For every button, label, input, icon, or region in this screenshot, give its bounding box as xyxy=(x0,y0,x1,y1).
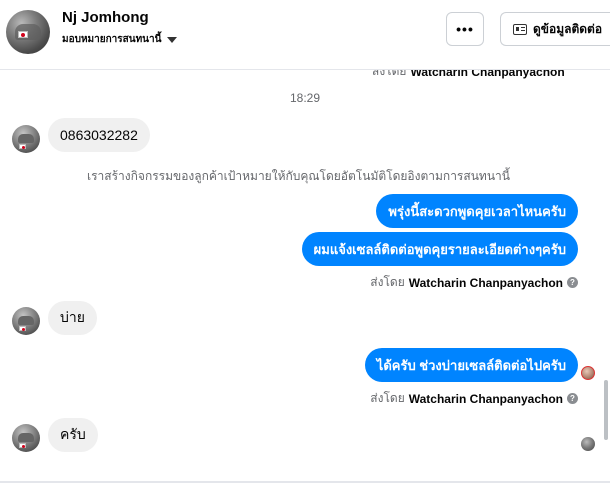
seen-avatar xyxy=(581,437,595,451)
question-circle-icon[interactable]: ? xyxy=(567,277,578,288)
scrollbar-thumb[interactable] xyxy=(604,380,608,440)
assign-conversation-label: มอบหมายการสนทนานี้ xyxy=(62,34,162,45)
sender-name: Watcharin Chanpanyachon xyxy=(408,275,563,290)
message-thread[interactable]: ส่งโดย Watcharin Chanpanyachon 18:29 086… xyxy=(0,70,600,483)
outgoing-message[interactable]: พรุ่งนี้สะดวกพูดคุยเวลาไหนครับ xyxy=(376,194,578,228)
sender-name: Watcharin Chanpanyachon xyxy=(408,391,563,406)
sender-avatar[interactable] xyxy=(12,125,40,153)
sender-name: Watcharin Chanpanyachon xyxy=(410,70,565,79)
flag-icon xyxy=(19,443,26,448)
outgoing-message[interactable]: ผมแจ้งเซลล์ติดต่อพูดคุยรายละเอียดต่างๆคร… xyxy=(301,232,578,266)
contact-avatar[interactable] xyxy=(6,10,50,54)
sent-by-line: ส่งโดย Watcharin Chanpanyachon ? xyxy=(370,273,578,292)
conversation-header: Nj Jomhong มอบหมายการสนทนานี้ ••• ดูข้อม… xyxy=(0,0,610,70)
sent-by-line: ส่งโดย Watcharin Chanpanyachon xyxy=(372,70,565,81)
assign-conversation-dropdown[interactable]: มอบหมายการสนทนานี้ xyxy=(62,32,178,47)
more-options-icon: ••• xyxy=(456,21,474,37)
flag-icon xyxy=(19,144,26,149)
contact-card-icon xyxy=(513,23,527,35)
flag-icon xyxy=(19,326,26,331)
sent-by-prefix: ส่งโดย xyxy=(370,391,405,405)
chevron-down-icon xyxy=(167,36,178,43)
incoming-message[interactable]: 0863032282 xyxy=(48,118,150,152)
contact-name[interactable]: Nj Jomhong xyxy=(62,9,149,26)
outgoing-message[interactable]: ได้ครับ ช่วงบ่ายเซลล์ติดต่อไปครับ xyxy=(364,348,578,382)
sent-by-line: ส่งโดย Watcharin Chanpanyachon ? xyxy=(370,389,578,408)
more-options-button[interactable]: ••• xyxy=(446,12,484,46)
timestamp: 18:29 xyxy=(290,91,321,105)
view-contact-info-button[interactable]: ดูข้อมูลติดต่อ xyxy=(500,12,610,46)
incoming-message[interactable]: บ่าย xyxy=(48,301,97,335)
seen-avatar xyxy=(581,366,595,380)
incoming-message[interactable]: ครับ xyxy=(48,418,98,452)
system-note: เราสร้างกิจกรรมของลูกค้าเป้าหมายให้กับคุ… xyxy=(87,169,510,183)
question-circle-icon[interactable]: ? xyxy=(567,393,578,404)
flag-icon xyxy=(18,31,28,38)
sent-by-prefix: ส่งโดย xyxy=(372,70,407,78)
view-contact-info-label: ดูข้อมูลติดต่อ xyxy=(533,21,603,36)
sent-by-prefix: ส่งโดย xyxy=(370,275,405,289)
sender-avatar[interactable] xyxy=(12,307,40,335)
sender-avatar[interactable] xyxy=(12,424,40,452)
